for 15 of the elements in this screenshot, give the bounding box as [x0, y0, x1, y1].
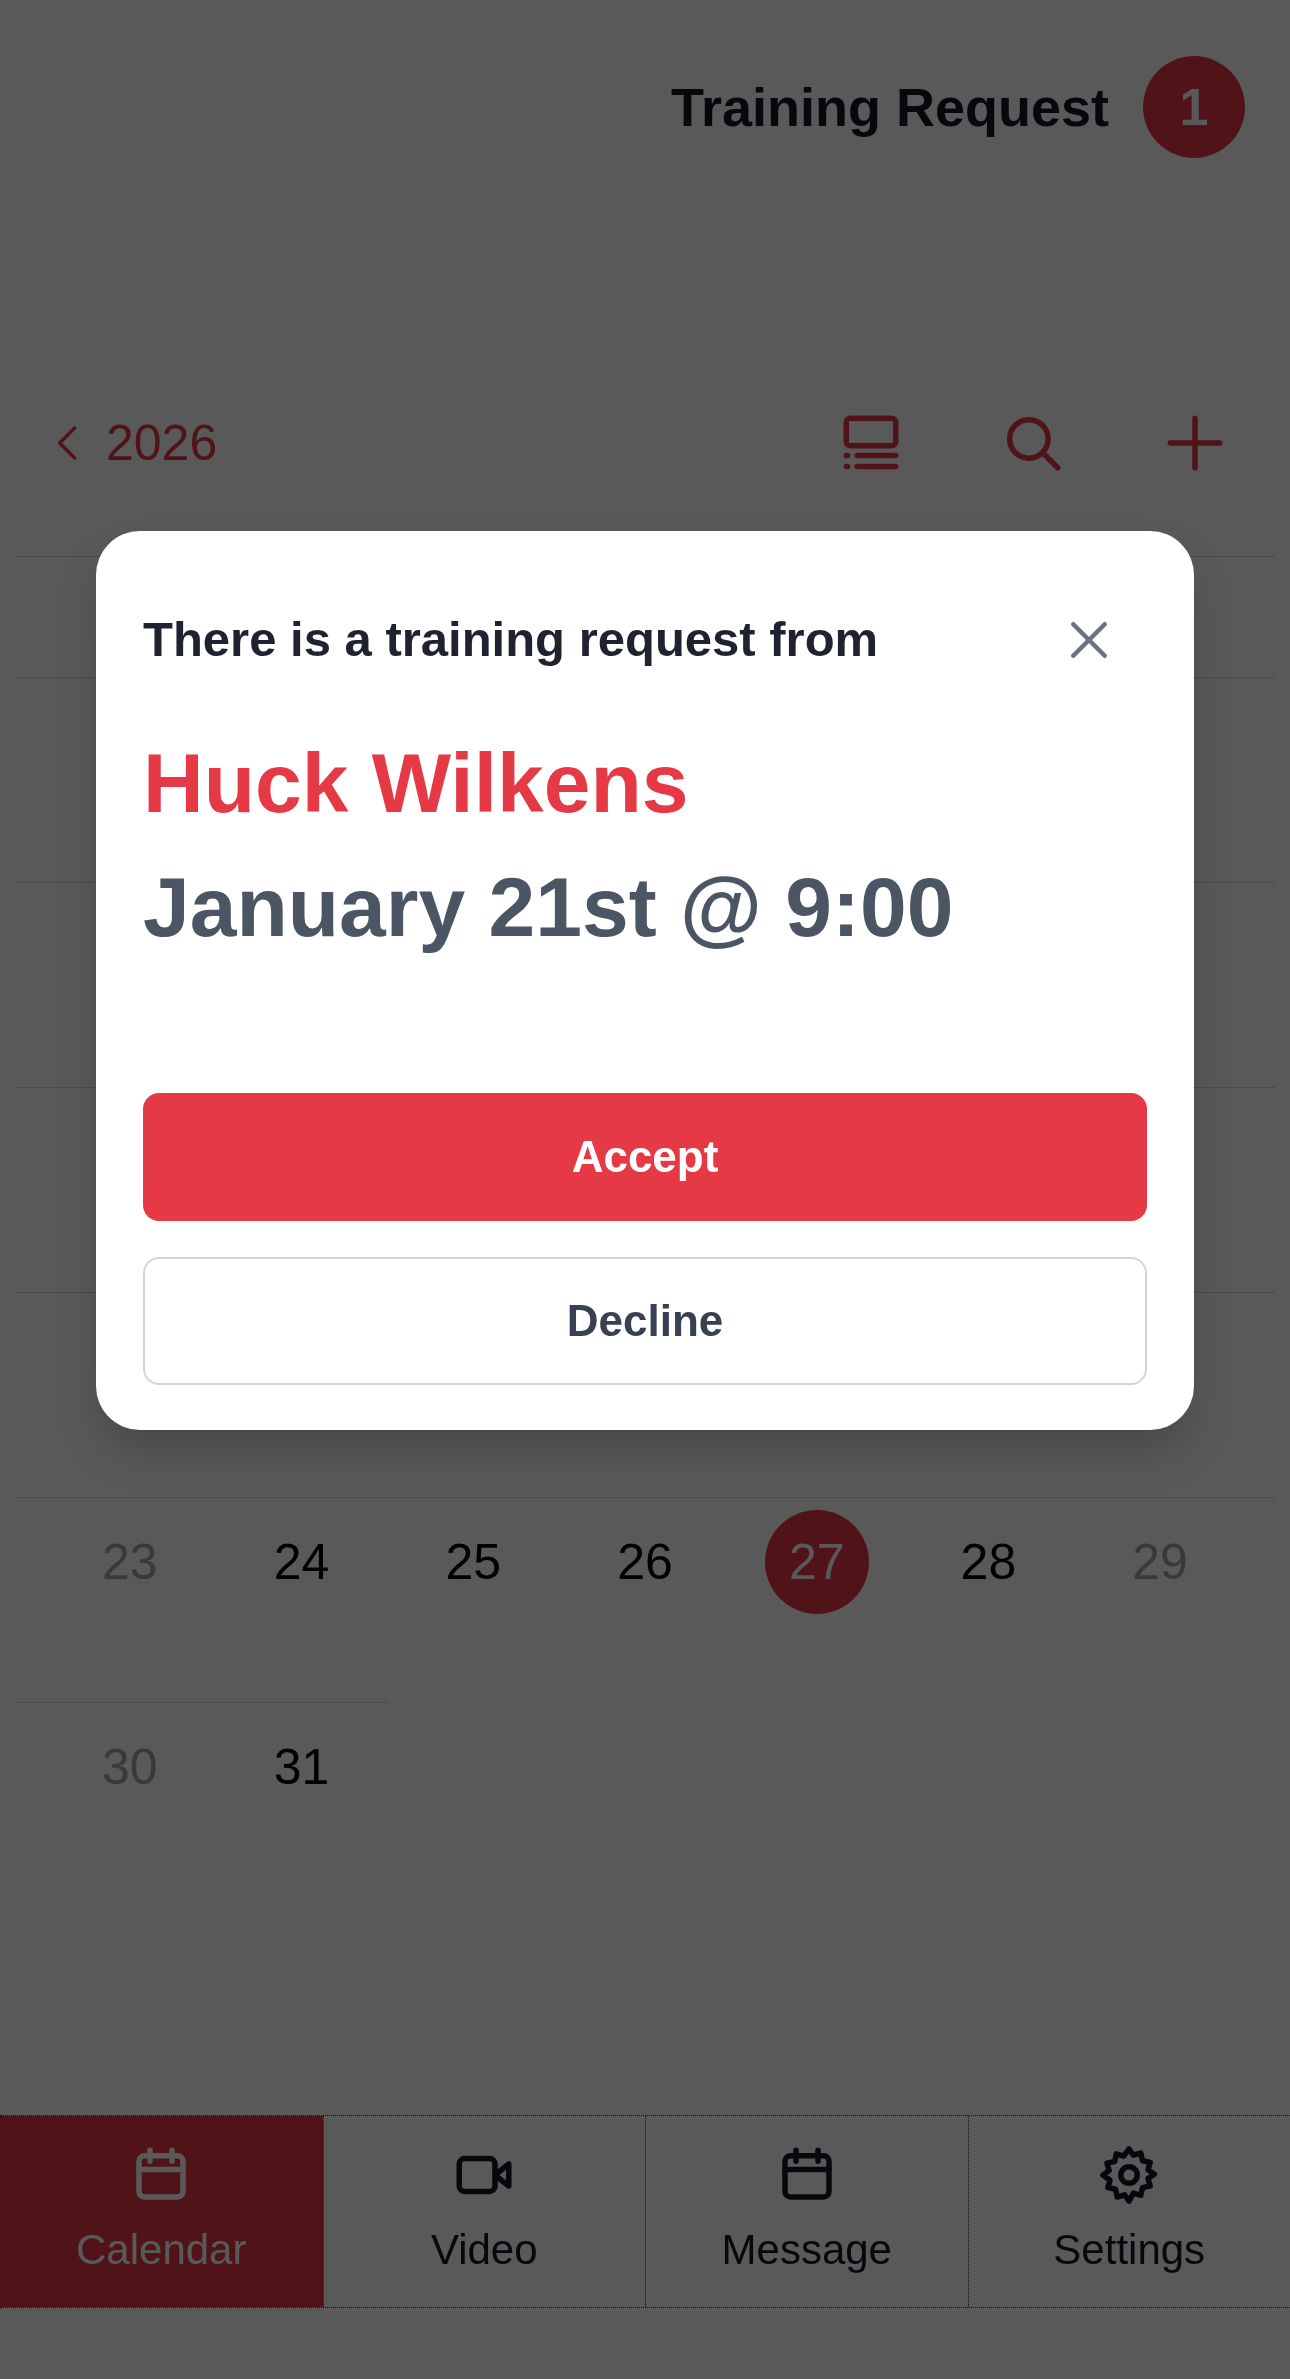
calendar-day[interactable]: 24: [249, 1510, 354, 1614]
request-date-time: January 21st @ 9:00: [143, 858, 955, 956]
notification-badge: 1: [1143, 56, 1245, 158]
decline-button[interactable]: Decline: [143, 1256, 1147, 1385]
dialog-message: There is a training request from: [143, 611, 879, 668]
calendar-day[interactable]: 28: [936, 1510, 1041, 1614]
page-title: Training Request: [670, 75, 1109, 139]
calendar-day[interactable]: 26: [593, 1510, 697, 1614]
requester-name: Huck Wilkens: [143, 734, 690, 832]
year-back-button[interactable]: 2026: [48, 405, 218, 481]
calendar-day[interactable]: 31: [249, 1715, 354, 1819]
calendar-day[interactable]: 27: [764, 1510, 869, 1614]
calendar-day[interactable]: 25: [421, 1510, 526, 1614]
tab-bar-item[interactable]: Calendar: [0, 2116, 323, 2307]
accept-button[interactable]: Accept: [143, 1092, 1147, 1221]
